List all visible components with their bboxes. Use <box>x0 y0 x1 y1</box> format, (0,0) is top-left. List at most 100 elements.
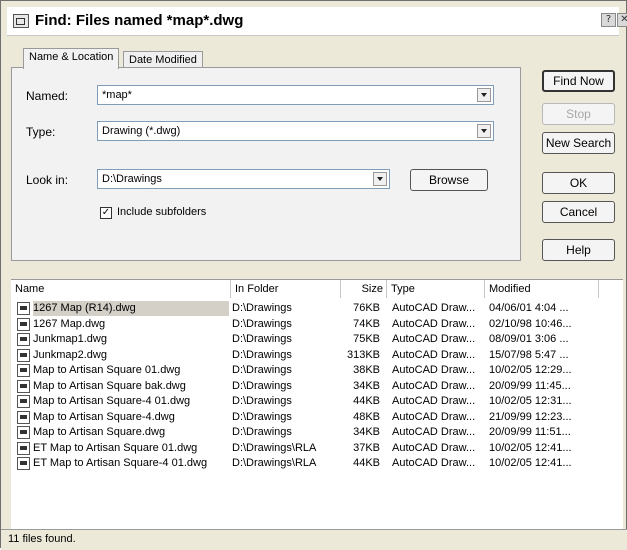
title-bar[interactable]: Find: Files named *map*.dwg ? ✕ <box>7 7 627 36</box>
file-size: 34KB <box>353 426 380 438</box>
lookin-combobox[interactable]: D:\Drawings <box>97 169 390 189</box>
file-modified: 10/02/05 12:29... <box>489 364 572 376</box>
table-row[interactable]: 1267 Map.dwg D:\Drawings 74KB AutoCAD Draw.… <box>11 317 601 332</box>
file-folder: D:\Drawings <box>232 395 292 407</box>
file-size: 34KB <box>353 379 380 392</box>
file-name: Map to Artisan Square 01.dwg <box>33 364 181 376</box>
file-name: 1267 Map (R14).dwg <box>33 301 229 316</box>
dwg-file-icon <box>17 395 30 408</box>
file-folder: D:\Drawings <box>232 364 292 376</box>
chevron-down-icon[interactable] <box>477 124 491 138</box>
table-row[interactable]: 1267 Map (R14).dwg D:\Drawings 76KB AutoCAD… <box>11 301 601 316</box>
chevron-down-icon[interactable] <box>373 172 387 186</box>
file-name: Map to Artisan Square.dwg <box>33 426 166 438</box>
file-name: Junkmap2.dwg <box>33 348 107 361</box>
lookin-label: Look in: <box>26 173 69 187</box>
file-name: ET Map to Artisan Square 01.dwg <box>33 441 198 454</box>
file-modified: 20/09/99 11:45... <box>489 379 571 392</box>
file-name: ET Map to Artisan Square-4 01.dwg <box>33 457 208 469</box>
file-size: 74KB <box>353 317 380 330</box>
file-type: AutoCAD Draw... <box>392 457 476 469</box>
find-now-button[interactable]: Find Now <box>542 70 615 92</box>
type-combobox[interactable]: Drawing (*.dwg) <box>97 121 494 141</box>
file-modified: 10/02/05 12:41... <box>489 441 572 454</box>
status-text: 11 files found. <box>8 533 76 545</box>
dwg-file-icon <box>17 348 30 362</box>
file-modified: 20/09/99 11:51... <box>489 426 571 438</box>
help-title-button[interactable]: ? <box>601 13 616 27</box>
dwg-file-icon <box>17 333 30 346</box>
file-size: 313KB <box>346 348 380 361</box>
tab-name-location[interactable]: Name & Location <box>23 48 120 69</box>
table-row[interactable]: Junkmap1.dwg D:\Drawings 75KB AutoCAD Draw.… <box>11 332 601 347</box>
find-window-icon <box>13 14 29 28</box>
table-row[interactable]: Junkmap2.dwg D:\Drawings 313KB AutoCAD Draw… <box>11 348 601 363</box>
file-type: AutoCAD Draw... <box>392 379 476 392</box>
dwg-file-icon <box>17 379 30 393</box>
file-folder: D:\Drawings <box>232 426 292 438</box>
type-value: Drawing (*.dwg) <box>102 125 181 137</box>
column-header-name[interactable]: Name <box>11 280 231 298</box>
file-type: AutoCAD Draw... <box>392 333 476 345</box>
file-folder: D:\Drawings\RLA <box>232 457 317 469</box>
dwg-file-icon <box>17 426 30 439</box>
help-button[interactable]: Help <box>542 239 615 261</box>
new-search-button[interactable]: New Search <box>542 132 615 154</box>
chevron-down-icon[interactable] <box>477 88 491 102</box>
file-name: Junkmap1.dwg <box>33 333 107 345</box>
window-title: Find: Files named *map*.dwg <box>35 12 244 29</box>
ok-button[interactable]: OK <box>542 172 615 194</box>
table-row[interactable]: Map to Artisan Square bak.dwg D:\Drawings… <box>11 379 601 394</box>
type-label: Type: <box>26 125 56 139</box>
file-type: AutoCAD Draw... <box>392 426 476 438</box>
file-folder: D:\Drawings\RLA <box>232 441 317 454</box>
file-name: 1267 Map.dwg <box>33 317 106 330</box>
file-size: 38KB <box>353 364 380 376</box>
table-row[interactable]: Map to Artisan Square-4.dwg D:\Drawings 48… <box>11 410 601 425</box>
dwg-file-icon <box>17 441 30 455</box>
file-folder: D:\Drawings <box>232 410 292 423</box>
table-row[interactable]: ET Map to Artisan Square 01.dwg D:\Drawin… <box>11 441 601 456</box>
file-modified: 02/10/98 10:46... <box>489 317 572 330</box>
table-row[interactable]: ET Map to Artisan Square-4 01.dwg D:\Draw… <box>11 456 601 471</box>
column-header-size[interactable]: Size <box>341 280 387 298</box>
file-folder: D:\Drawings <box>232 379 292 392</box>
include-subfolders-label: Include subfolders <box>117 206 207 218</box>
named-label: Named: <box>26 89 69 103</box>
file-size: 37KB <box>353 441 380 454</box>
file-modified: 10/02/05 12:41... <box>489 457 572 469</box>
column-header-type[interactable]: Type <box>387 280 485 298</box>
file-modified: 15/07/98 5:47 ... <box>489 348 569 361</box>
file-modified: 08/09/01 3:06 ... <box>489 333 569 345</box>
file-size: 75KB <box>353 333 380 345</box>
browse-button[interactable]: Browse <box>410 169 488 191</box>
file-modified: 04/06/01 4:04 ... <box>489 302 569 314</box>
column-header-folder[interactable]: In Folder <box>231 280 341 298</box>
file-size: 44KB <box>353 395 380 407</box>
dwg-file-icon <box>17 364 30 377</box>
file-folder: D:\Drawings <box>232 302 292 314</box>
table-row[interactable]: Map to Artisan Square.dwg D:\Drawings 34KB… <box>11 425 601 440</box>
close-title-button[interactable]: ✕ <box>617 13 627 27</box>
find-dialog: Find: Files named *map*.dwg ? ✕ Name & L… <box>0 0 627 550</box>
stop-button[interactable]: Stop <box>542 103 615 125</box>
dwg-file-icon <box>17 317 30 331</box>
file-type: AutoCAD Draw... <box>392 364 476 376</box>
file-size: 44KB <box>353 457 380 469</box>
file-type: AutoCAD Draw... <box>392 302 476 314</box>
file-type: AutoCAD Draw... <box>392 348 476 361</box>
dwg-file-icon <box>17 410 30 424</box>
include-subfolders-checkbox[interactable]: ✓ <box>100 207 112 219</box>
file-name: Map to Artisan Square-4 01.dwg <box>33 395 191 407</box>
table-row[interactable]: Map to Artisan Square-4 01.dwg D:\Drawing… <box>11 394 601 409</box>
dwg-file-icon <box>17 302 30 315</box>
cancel-button[interactable]: Cancel <box>542 201 615 223</box>
column-header-modified[interactable]: Modified <box>485 280 599 298</box>
file-type: AutoCAD Draw... <box>392 395 476 407</box>
table-row[interactable]: Map to Artisan Square 01.dwg D:\Drawings 3… <box>11 363 601 378</box>
results-list[interactable]: Name In Folder Size Type Modified 1267 M… <box>11 279 623 530</box>
file-folder: D:\Drawings <box>232 317 292 330</box>
named-combobox[interactable]: *map* <box>97 85 494 105</box>
file-folder: D:\Drawings <box>232 333 292 345</box>
file-type: AutoCAD Draw... <box>392 441 476 454</box>
